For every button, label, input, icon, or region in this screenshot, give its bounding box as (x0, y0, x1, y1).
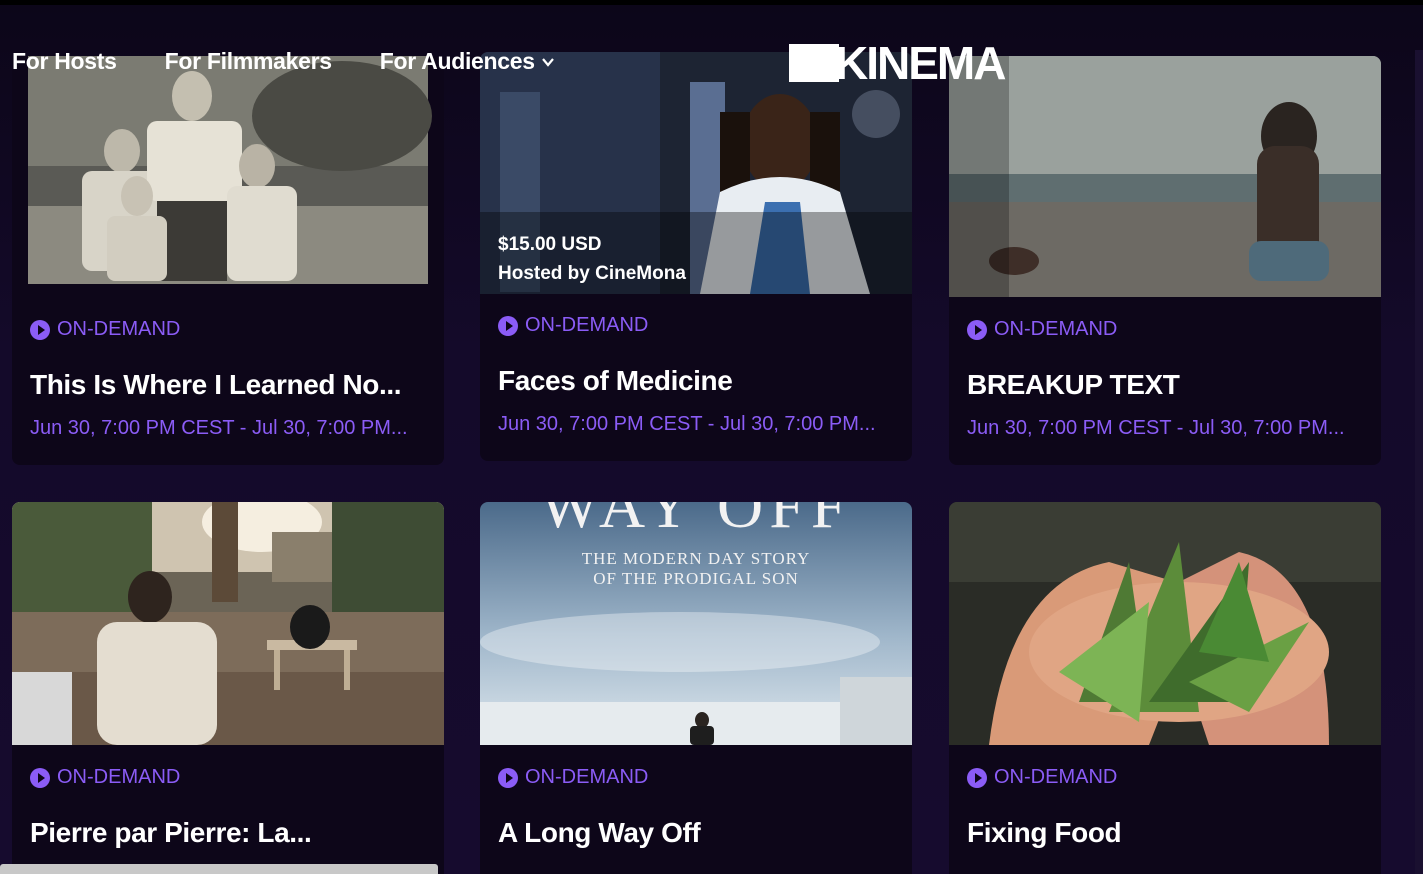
on-demand-badge: ON-DEMAND (30, 766, 430, 789)
event-card[interactable]: ON-DEMAND This Is Where I Learned No... … (12, 56, 444, 465)
nav-for-hosts[interactable]: For Hosts (12, 48, 117, 75)
chevron-down-icon (541, 57, 554, 67)
on-demand-badge: ON-DEMAND (498, 314, 898, 337)
card-thumbnail (12, 56, 444, 296)
card-title[interactable]: A Long Way Off (498, 817, 898, 849)
event-card[interactable]: WAY OFF THE MODERN DAY STORY OF THE PROD… (480, 502, 912, 874)
badge-label: ON-DEMAND (994, 318, 1118, 340)
on-demand-badge: ON-DEMAND (498, 766, 898, 789)
kinema-logo[interactable]: KINEMA (789, 37, 1006, 89)
event-card[interactable]: ON-DEMAND BREAKUP TEXT Jun 30, 7:00 PM C… (949, 56, 1381, 465)
badge-label: ON-DEMAND (525, 766, 649, 788)
nav-label: For Filmmakers (164, 48, 332, 74)
event-card[interactable]: ON-DEMAND Fixing Food (949, 502, 1381, 874)
event-card[interactable]: $15.00 USD Hosted by CineMona ON-DEMAND … (480, 52, 912, 461)
nav-for-filmmakers[interactable]: For Filmmakers (165, 48, 332, 75)
event-card[interactable]: ON-DEMAND Pierre par Pierre: La... (12, 502, 444, 874)
play-icon (30, 319, 50, 340)
badge-label: ON-DEMAND (525, 314, 649, 336)
nav-label: For Hosts (12, 48, 117, 74)
status-bar (0, 864, 438, 874)
poster-title: WAY OFF (539, 502, 853, 541)
poster-tagline-2: OF THE PRODIGAL SON (593, 569, 799, 588)
card-dates: Jun 30, 7:00 PM CEST - Jul 30, 7:00 PM..… (30, 417, 408, 439)
poster-tagline-1: THE MODERN DAY STORY (581, 549, 811, 568)
card-thumbnail (12, 502, 444, 745)
top-nav: For Hosts For Filmmakers For Audiences (12, 48, 555, 75)
host-label: Hosted by CineMona (498, 263, 686, 284)
nav-for-audiences[interactable]: For Audiences (380, 48, 555, 75)
play-icon (967, 767, 987, 788)
card-dates: Jun 30, 7:00 PM CEST - Jul 30, 7:00 PM..… (967, 417, 1345, 439)
card-dates: Jun 30, 7:00 PM CEST - Jul 30, 7:00 PM..… (498, 413, 876, 435)
card-title[interactable]: BREAKUP TEXT (967, 369, 1367, 401)
card-title[interactable]: Pierre par Pierre: La... (30, 817, 430, 849)
price-label: $15.00 USD (498, 234, 602, 255)
badge-label: ON-DEMAND (57, 766, 181, 788)
nav-label: For Audiences (379, 48, 535, 74)
card-title[interactable]: This Is Where I Learned No... (30, 369, 430, 401)
on-demand-badge: ON-DEMAND (967, 766, 1367, 789)
badge-label: ON-DEMAND (994, 766, 1118, 788)
play-icon (498, 767, 518, 788)
scroll-edge (1415, 50, 1423, 874)
logo-mark (789, 44, 839, 82)
on-demand-badge: ON-DEMAND (30, 318, 430, 341)
scan-icon[interactable] (852, 90, 900, 138)
card-title[interactable]: Fixing Food (967, 817, 1367, 849)
badge-label: ON-DEMAND (57, 318, 181, 340)
play-icon (30, 767, 50, 788)
logo-text: KINEMA (835, 37, 1006, 89)
on-demand-badge: ON-DEMAND (967, 318, 1367, 341)
play-icon (967, 319, 987, 340)
play-icon (498, 315, 518, 336)
card-thumbnail: WAY OFF THE MODERN DAY STORY OF THE PROD… (480, 502, 912, 745)
card-thumbnail (949, 502, 1381, 745)
card-thumbnail (949, 56, 1381, 297)
card-title[interactable]: Faces of Medicine (498, 365, 898, 397)
